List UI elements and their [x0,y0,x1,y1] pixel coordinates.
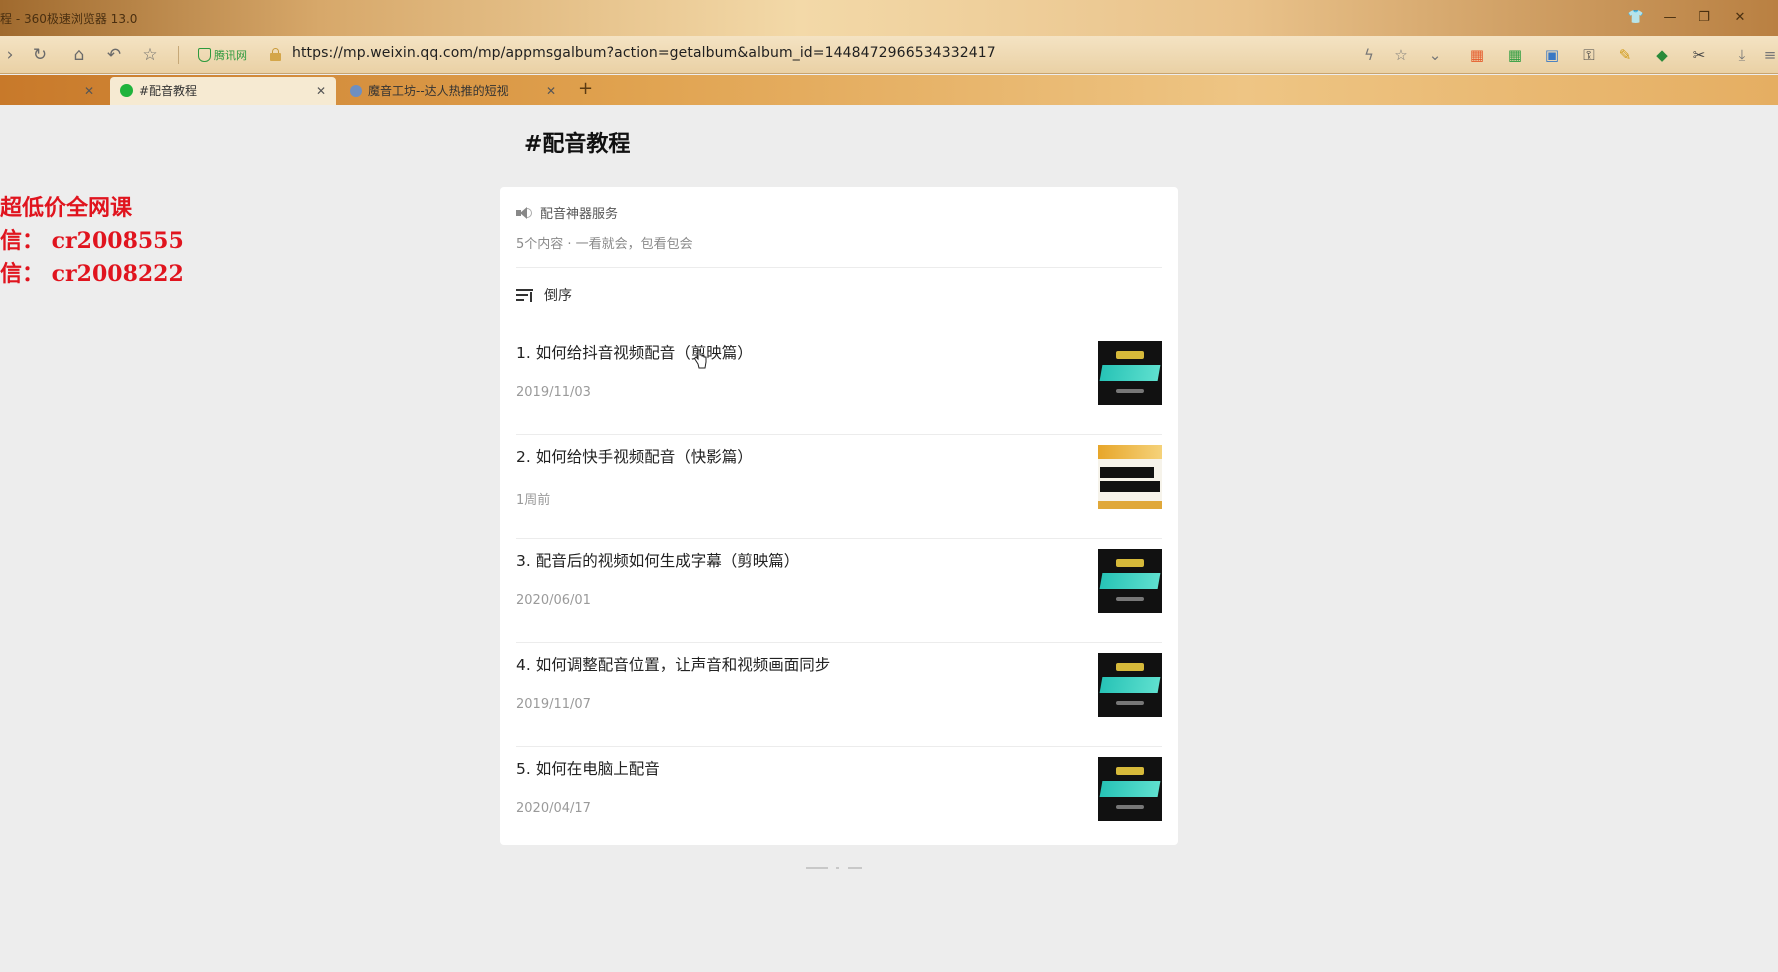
article-thumbnail[interactable] [1098,757,1162,821]
watermark-line: 信： cr2008555 [0,228,184,254]
sort-toggle[interactable]: 倒序 [516,285,572,305]
key-icon[interactable]: ⚿ [1578,45,1600,65]
shield-icon [198,48,211,62]
tab-active[interactable]: #配音教程 ✕ [110,77,336,105]
article-title: 4. 如何调整配音位置，让声音和视频画面同步 [516,656,831,674]
chevron-down-icon[interactable]: ⌄ [1424,45,1446,65]
window-title: 程 - 360极速浏览器 13.0 [0,12,138,26]
screenshot-icon[interactable]: ▣ [1541,45,1563,65]
extension-grid-icon[interactable]: ▦ [1504,45,1526,65]
minimize-button[interactable]: — [1660,8,1680,28]
secure-site-label: 腾讯网 [214,49,247,62]
article-title: 1. 如何给抖音视频配音（剪映篇） [516,344,753,362]
site-favicon-icon [350,85,362,97]
album-description: 5个内容 · 一看就会，包看包会 [516,237,693,252]
bookmark-star-icon[interactable]: ☆ [1390,45,1412,65]
speaker-icon [516,206,532,220]
skin-icon[interactable]: 👕 [1626,8,1646,28]
nav-separator [178,46,179,64]
watermark-line: 超低价全网课 [0,195,133,221]
tab-moyin[interactable]: 魔音工坊--达人热推的短视 ✕ [342,77,568,105]
menu-icon[interactable]: ≡ [1762,45,1778,65]
navigation-bar: › ↻ ⌂ ↶ ☆ 腾讯网 https://mp.weixin.qq.com/m… [0,36,1778,74]
sort-label: 倒序 [544,288,572,304]
article-thumbnail[interactable] [1098,445,1162,509]
article-thumbnail[interactable] [1098,341,1162,405]
tab-strip: ✕ #配音教程 ✕ 魔音工坊--达人热推的短视 ✕ + [0,75,1778,105]
forward-icon[interactable]: › [0,45,20,65]
page-title: #配音教程 [524,132,631,157]
loading-indicator [806,866,870,870]
favorite-star-icon[interactable]: ☆ [140,45,160,65]
list-item[interactable]: 5. 如何在电脑上配音 2020/04/17 [516,747,1162,851]
sort-order-icon [516,287,534,303]
article-date: 1周前 [516,493,551,508]
undo-close-icon[interactable]: ↶ [104,45,124,65]
close-window-button[interactable]: ✕ [1730,8,1750,28]
refresh-icon[interactable]: ↻ [30,45,50,65]
article-title: 2. 如何给快手视频配音（快影篇） [516,448,753,466]
list-item[interactable]: 4. 如何调整配音位置，让声音和视频画面同步 2019/11/07 [516,643,1162,747]
download-icon[interactable]: ⤓ [1731,45,1753,65]
translate-icon[interactable]: ✎ [1614,45,1636,65]
article-title: 5. 如何在电脑上配音 [516,760,660,778]
tab-previous[interactable]: ✕ [0,77,104,105]
security-guard-icon[interactable]: ◆ [1651,45,1673,65]
list-item[interactable]: 3. 配音后的视频如何生成字幕（剪映篇） 2020/06/01 [516,539,1162,643]
article-date: 2020/04/17 [516,801,591,816]
address-bar[interactable]: https://mp.weixin.qq.com/mp/appmsgalbum?… [292,45,996,61]
scissors-icon[interactable]: ✂ [1688,45,1710,65]
flash-icon[interactable]: ϟ [1358,45,1380,65]
album-card: 配音神器服务 5个内容 · 一看就会，包看包会 倒序 1. 如何给抖音视频配音（… [500,187,1178,845]
hand-cursor-icon [693,349,707,369]
publisher-row[interactable]: 配音神器服务 [516,203,618,223]
list-item[interactable]: 2. 如何给快手视频配音（快影篇） 1周前 [516,435,1162,539]
article-date: 2019/11/07 [516,697,591,712]
tab-close-icon[interactable]: ✕ [316,77,326,105]
article-date: 2020/06/01 [516,593,591,608]
window-titlebar: 程 - 360极速浏览器 13.0 👕 — ❐ ✕ [0,0,1778,36]
apps-grid-icon[interactable]: ▦ [1466,45,1488,65]
article-date: 2019/11/03 [516,385,591,400]
wechat-icon [120,84,133,97]
watermark-line: 信： cr2008222 [0,261,184,287]
list-item[interactable]: 1. 如何给抖音视频配音（剪映篇） 2019/11/03 [516,331,1162,435]
tab-label: 魔音工坊--达人热推的短视 [368,84,509,98]
lock-icon[interactable] [270,48,281,61]
home-icon[interactable]: ⌂ [69,45,89,65]
article-thumbnail[interactable] [1098,549,1162,613]
watermark-overlay: 超低价全网课 信： cr2008555 信： cr2008222 [0,192,184,291]
secure-site-badge[interactable]: 腾讯网 [198,47,247,63]
new-tab-plus-icon[interactable]: + [578,78,593,99]
tab-close-icon[interactable]: ✕ [546,77,556,105]
divider [516,267,1162,268]
tab-label: #配音教程 [139,84,198,98]
tab-close-icon[interactable]: ✕ [84,77,94,105]
article-title: 3. 配音后的视频如何生成字幕（剪映篇） [516,552,800,570]
restore-button[interactable]: ❐ [1694,8,1714,28]
article-thumbnail[interactable] [1098,653,1162,717]
publisher-name: 配音神器服务 [540,207,619,222]
